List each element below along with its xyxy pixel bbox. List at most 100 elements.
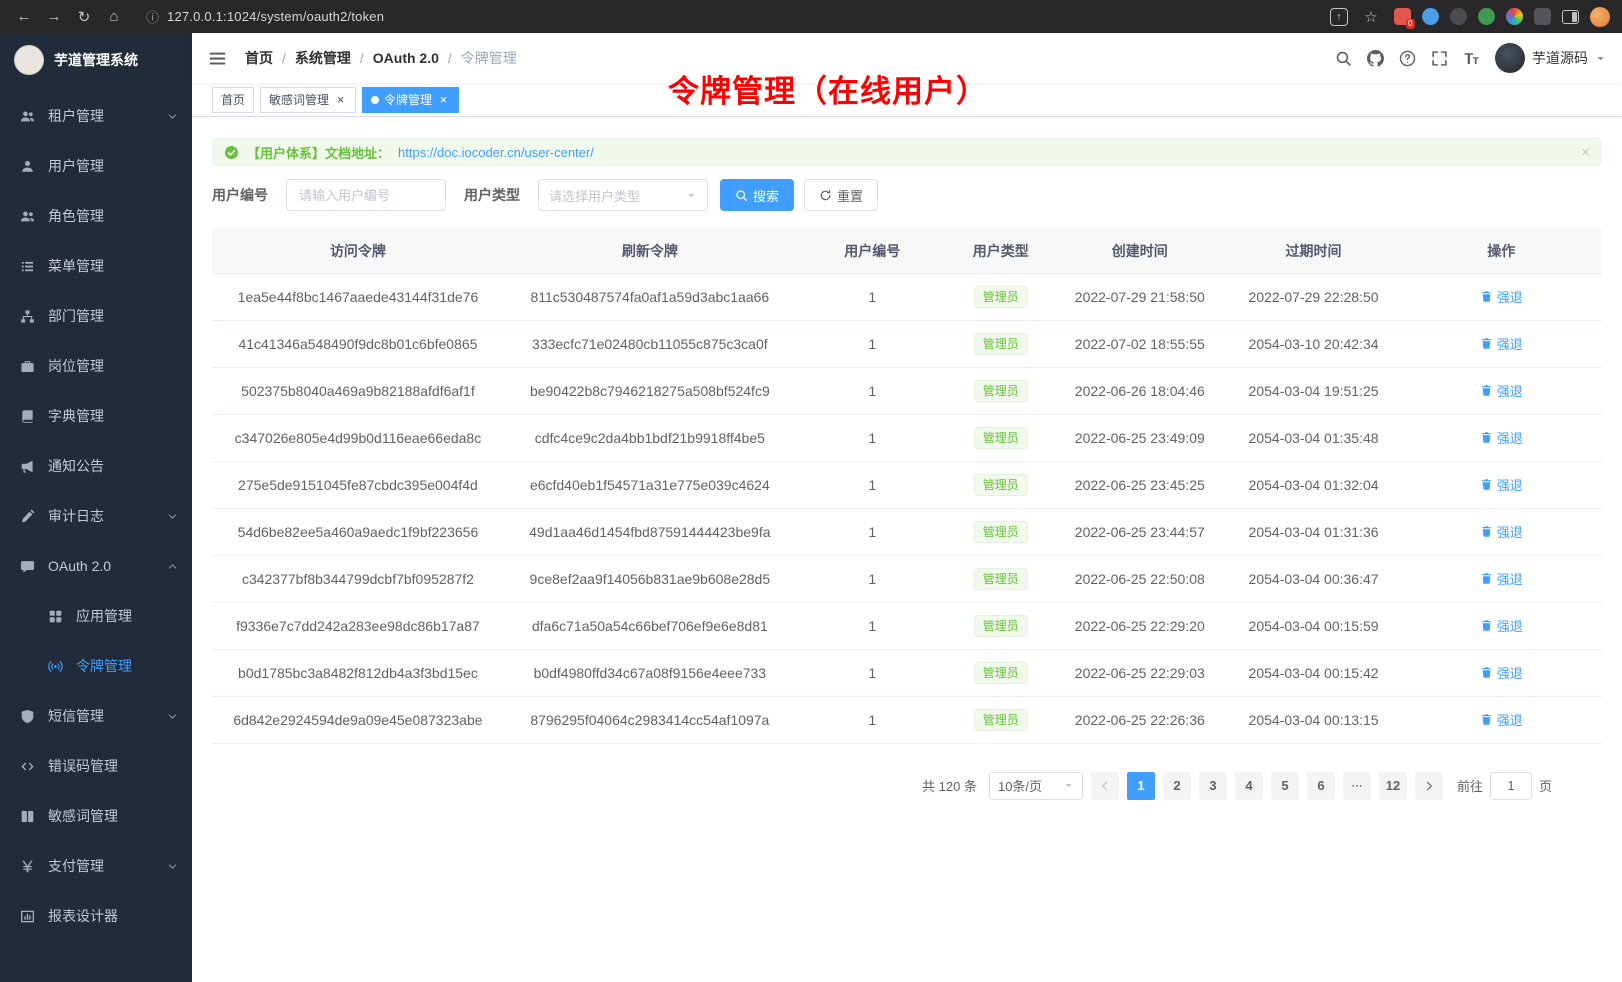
pagination-next-button[interactable] <box>1415 772 1443 800</box>
browser-profile-avatar[interactable] <box>1590 7 1610 27</box>
logo-image <box>14 45 44 75</box>
force-logout-button[interactable]: 强退 <box>1480 475 1523 494</box>
force-logout-button[interactable]: 强退 <box>1480 428 1523 447</box>
reset-button[interactable]: 重置 <box>804 179 878 211</box>
cell-access-token: b0d1785bc3a8482f812db4a3f3bd15ec <box>212 649 504 696</box>
force-logout-button[interactable]: 强退 <box>1480 334 1523 353</box>
user-type-select[interactable]: 请选择用户类型 <box>538 179 708 211</box>
sidebar-item-sms[interactable]: 短信管理 <box>0 691 192 741</box>
sidebar-item-error-code[interactable]: 错误码管理 <box>0 741 192 791</box>
extension-icon[interactable] <box>1506 8 1523 25</box>
extension-icon[interactable] <box>1450 8 1467 25</box>
table-row: 41c41346a548490f9dc8b01c6bfe0865333ecfc7… <box>212 320 1602 367</box>
browser-back-icon[interactable]: ← <box>12 5 36 29</box>
pagination-page-6[interactable]: 6 <box>1307 772 1335 800</box>
app-logo[interactable]: 芋道管理系统 <box>0 33 192 87</box>
sidebar-item-tenant[interactable]: 租户管理 <box>0 91 192 141</box>
pagination-goto-input[interactable] <box>1490 772 1532 800</box>
sidebar-item-label: 短信管理 <box>48 706 104 726</box>
force-logout-button[interactable]: 强退 <box>1480 663 1523 682</box>
column-header: 操作 <box>1400 229 1602 273</box>
cell-refresh-token: e6cfd40eb1f54571a31e775e039c4624 <box>504 461 796 508</box>
force-logout-button[interactable]: 强退 <box>1480 381 1523 400</box>
page-size-select[interactable]: 10条/页 <box>989 772 1083 800</box>
force-logout-button[interactable]: 强退 <box>1480 522 1523 541</box>
user-id-input[interactable] <box>286 179 446 211</box>
cell-user-id: 1 <box>796 555 949 602</box>
tab-close-icon[interactable]: × <box>334 93 347 106</box>
search-icon <box>735 189 748 202</box>
pagination-page-2[interactable]: 2 <box>1163 772 1191 800</box>
pagination-page-4[interactable]: 4 <box>1235 772 1263 800</box>
force-logout-button[interactable]: 强退 <box>1480 616 1523 635</box>
sidebar-item-report-designer[interactable]: 报表设计器 <box>0 891 192 941</box>
pagination-more-button[interactable] <box>1343 772 1371 800</box>
sidebar-item-user[interactable]: 用户管理 <box>0 141 192 191</box>
sidebar-item-oauth2-token[interactable]: 令牌管理 <box>0 641 192 691</box>
force-logout-button[interactable]: 强退 <box>1480 287 1523 306</box>
alert-doc-link[interactable]: https://doc.iocoder.cn/user-center/ <box>398 145 594 160</box>
sidebar-item-post[interactable]: 岗位管理 <box>0 341 192 391</box>
site-info-icon[interactable]: ⓘ <box>146 7 159 26</box>
share-icon[interactable]: ↑ <box>1330 8 1348 26</box>
alert-close-icon[interactable]: × <box>1581 145 1590 160</box>
font-size-icon[interactable] <box>1463 50 1480 67</box>
breadcrumb-item[interactable]: 首页 <box>245 48 273 68</box>
breadcrumb-item[interactable]: OAuth 2.0 <box>373 50 439 66</box>
help-icon[interactable] <box>1399 50 1416 67</box>
sidebar-item-oauth2[interactable]: OAuth 2.0 <box>0 541 192 591</box>
sidebar-item-dept[interactable]: 部门管理 <box>0 291 192 341</box>
user-avatar <box>1495 43 1525 73</box>
cell-create-time: 2022-06-25 22:29:03 <box>1053 649 1227 696</box>
cell-refresh-token: 333ecfc71e02480cb11055c875c3ca0f <box>504 320 796 367</box>
hamburger-icon[interactable] <box>208 49 227 68</box>
fullscreen-icon[interactable] <box>1431 50 1448 67</box>
pagination-page-5[interactable]: 5 <box>1271 772 1299 800</box>
sidebar-panel-icon[interactable] <box>1562 10 1579 24</box>
browser-home-icon[interactable]: ⌂ <box>102 5 126 29</box>
cell-user-id: 1 <box>796 602 949 649</box>
tab-home[interactable]: 首页 <box>212 87 254 113</box>
extensions-puzzle-icon[interactable] <box>1534 8 1551 25</box>
sidebar-item-pay[interactable]: 支付管理 <box>0 841 192 891</box>
tab-close-icon[interactable]: × <box>437 93 450 106</box>
search-button[interactable]: 搜索 <box>720 179 794 211</box>
force-logout-button[interactable]: 强退 <box>1480 710 1523 729</box>
sidebar-item-audit-log[interactable]: 审计日志 <box>0 491 192 541</box>
cell-user-id: 1 <box>796 414 949 461</box>
sidebar-item-sensitive-word[interactable]: 敏感词管理 <box>0 791 192 841</box>
tags-view-bar: 首页敏感词管理×令牌管理× <box>192 83 1622 117</box>
tab-oauth2-token[interactable]: 令牌管理× <box>362 87 459 113</box>
sidebar-item-label: 错误码管理 <box>48 756 118 776</box>
sidebar-item-dict[interactable]: 字典管理 <box>0 391 192 441</box>
extension-icon[interactable] <box>1422 8 1439 25</box>
force-logout-button[interactable]: 强退 <box>1480 569 1523 588</box>
cell-user-id: 1 <box>796 508 949 555</box>
github-icon[interactable] <box>1367 50 1384 67</box>
pagination-page-1[interactable]: 1 <box>1127 772 1155 800</box>
cell-expire-time: 2022-07-29 22:28:50 <box>1227 273 1401 320</box>
bookmark-star-icon[interactable]: ☆ <box>1359 5 1383 29</box>
tree-icon <box>20 309 35 324</box>
sidebar-item-menu[interactable]: 菜单管理 <box>0 241 192 291</box>
cell-user-id: 1 <box>796 461 949 508</box>
tab-sensitive-word[interactable]: 敏感词管理× <box>260 87 356 113</box>
sidebar-item-role[interactable]: 角色管理 <box>0 191 192 241</box>
browser-reload-icon[interactable]: ↻ <box>72 5 96 29</box>
user-type-badge: 管理员 <box>974 521 1028 543</box>
sidebar-item-notice[interactable]: 通知公告 <box>0 441 192 491</box>
pagination-prev-button[interactable] <box>1091 772 1119 800</box>
cell-create-time: 2022-06-25 23:45:25 <box>1053 461 1227 508</box>
sidebar-item-oauth2-app[interactable]: 应用管理 <box>0 591 192 641</box>
extension-icon[interactable]: 0 <box>1394 8 1411 25</box>
pagination-page-12[interactable]: 12 <box>1379 772 1407 800</box>
pagination-page-3[interactable]: 3 <box>1199 772 1227 800</box>
user-menu[interactable]: 芋道源码 <box>1495 43 1606 73</box>
extension-icon[interactable] <box>1478 8 1495 25</box>
breadcrumb-item[interactable]: 系统管理 <box>295 48 351 68</box>
table-row: 1ea5e44f8bc1467aaede43144f31de76811c5304… <box>212 273 1602 320</box>
browser-address-bar[interactable]: ⓘ 127.0.0.1:1024/system/oauth2/token <box>146 7 384 26</box>
browser-forward-icon[interactable]: → <box>42 5 66 29</box>
search-icon[interactable] <box>1335 50 1352 67</box>
chevron-down-icon <box>167 711 178 722</box>
